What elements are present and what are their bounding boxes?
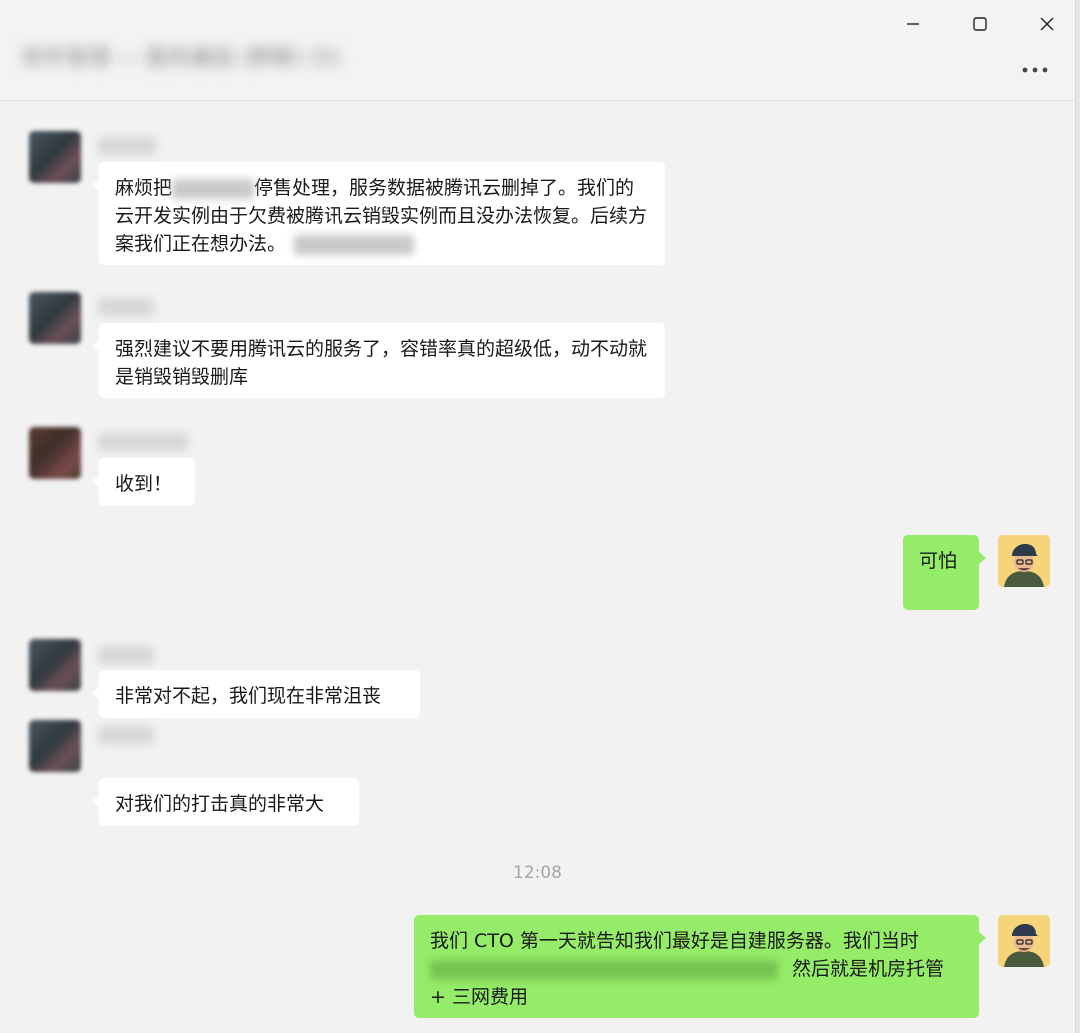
more-icon bbox=[1022, 67, 1048, 73]
cartoon-avatar-icon bbox=[998, 535, 1050, 587]
message-bubble[interactable]: 我们 CTO 第一天就告知我们最好是自建服务器。我们当时然后就是机房托管 + 三… bbox=[414, 915, 986, 1018]
sender-name bbox=[98, 137, 156, 155]
minimize-button[interactable] bbox=[888, 8, 938, 40]
avatar[interactable] bbox=[29, 639, 81, 691]
message-bubble[interactable]: 可怕 bbox=[903, 535, 986, 610]
avatar[interactable] bbox=[998, 535, 1050, 587]
message-bubble[interactable]: 对我们的打击真的非常大 bbox=[92, 778, 359, 826]
message-bubble[interactable]: 收到！ bbox=[92, 458, 195, 506]
redacted-text bbox=[172, 178, 255, 199]
chat-title: 软件管理 — 服务器组 (群聊) (5) bbox=[22, 46, 341, 71]
message-bubble[interactable]: 非常对不起，我们现在非常沮丧 bbox=[92, 670, 420, 718]
message-bubble[interactable]: 麻烦把 停售处理，服务数据被腾讯云删掉了。我们的云开发实例由于欠费被腾讯云销毁实例… bbox=[92, 162, 665, 265]
maximize-button[interactable] bbox=[955, 8, 1005, 40]
close-icon bbox=[1040, 17, 1054, 31]
message-list[interactable]: 麻烦把 停售处理，服务数据被腾讯云删掉了。我们的云开发实例由于欠费被腾讯云销毁实例… bbox=[0, 101, 1075, 1033]
message-text: 非常对不起，我们现在非常沮丧 bbox=[115, 685, 382, 707]
message-text: 对我们的打击真的非常大 bbox=[115, 793, 325, 815]
redacted-text bbox=[294, 234, 415, 255]
message-text: 强烈建议不要用腾讯云的服务了，容错率真的超级低，动不动就是销毁销毁删库 bbox=[115, 338, 648, 388]
sender-name bbox=[98, 433, 188, 451]
maximize-icon bbox=[973, 17, 987, 31]
message-text: 麻烦把 bbox=[115, 177, 173, 199]
chat-window: 软件管理 — 服务器组 (群聊) (5) 麻烦把 停售处理，服务数据被腾讯云删掉了… bbox=[0, 0, 1076, 1033]
avatar[interactable] bbox=[29, 292, 81, 344]
timestamp: 12:08 bbox=[513, 863, 562, 883]
avatar[interactable] bbox=[29, 131, 81, 183]
message-text: 可怕 bbox=[919, 550, 958, 572]
redacted-text bbox=[430, 959, 778, 980]
more-options-button[interactable] bbox=[1017, 58, 1053, 82]
close-button[interactable] bbox=[1022, 8, 1072, 40]
message-bubble[interactable]: 强烈建议不要用腾讯云的服务了，容错率真的超级低，动不动就是销毁销毁删库 bbox=[92, 323, 665, 398]
minimize-icon bbox=[907, 23, 919, 25]
message-text: 收到！ bbox=[115, 473, 173, 495]
title-bar: 软件管理 — 服务器组 (群聊) (5) bbox=[0, 0, 1075, 101]
sender-name bbox=[98, 298, 154, 316]
sender-name bbox=[98, 646, 154, 664]
sender-name bbox=[98, 726, 154, 744]
cartoon-avatar-icon bbox=[998, 915, 1050, 967]
avatar[interactable] bbox=[29, 427, 81, 479]
avatar[interactable] bbox=[29, 720, 81, 772]
message-text: 我们 CTO 第一天就告知我们最好是自建服务器。我们当时 bbox=[430, 930, 919, 952]
avatar[interactable] bbox=[998, 915, 1050, 967]
